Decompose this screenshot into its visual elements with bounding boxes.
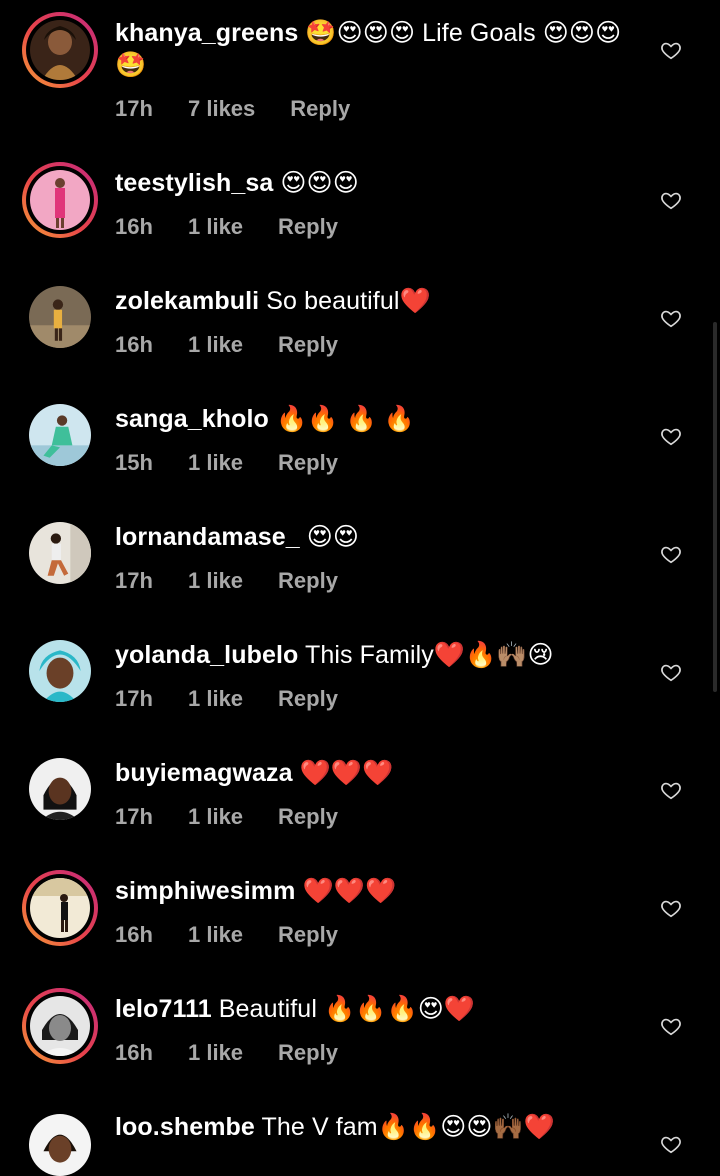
comment-text: teestylish_sa 😍😍😍 <box>115 167 635 199</box>
heart-outline-icon[interactable] <box>660 1133 682 1155</box>
comment-likes[interactable]: 1 like <box>188 686 243 712</box>
reply-button[interactable]: Reply <box>278 1040 338 1066</box>
avatar[interactable] <box>29 404 91 466</box>
comment-likes[interactable]: 1 like <box>188 450 243 476</box>
comment-time: 17h <box>115 96 153 121</box>
avatar <box>30 170 90 230</box>
comment-likes[interactable]: 1 like <box>188 1040 243 1066</box>
comment-meta: 17h 1 like Reply <box>115 804 338 830</box>
reply-button[interactable]: Reply <box>278 450 338 476</box>
heart-outline-icon[interactable] <box>660 189 682 211</box>
comment-text: lelo7111 Beautiful 🔥🔥🔥😍❤️ <box>115 993 635 1025</box>
comment-time: 17h <box>115 568 153 593</box>
avatar[interactable] <box>29 522 91 584</box>
comment-meta: 17h 1 like Reply <box>115 686 338 712</box>
comment-body: 🔥🔥 🔥 🔥 <box>268 405 415 433</box>
comment-username[interactable]: simphiwesimm <box>115 877 295 905</box>
comment-body: 😍😍😍 <box>273 169 359 197</box>
avatar-story-ring[interactable] <box>22 162 98 238</box>
reply-button[interactable]: Reply <box>278 332 338 358</box>
comment-body: ❤️❤️❤️ <box>292 759 394 787</box>
scrollbar[interactable] <box>713 322 717 692</box>
reply-button[interactable]: Reply <box>290 96 350 122</box>
comment-username[interactable]: teestylish_sa <box>115 169 273 197</box>
reply-button[interactable]: Reply <box>278 214 338 240</box>
comment-meta: 16h 1 like Reply <box>115 1040 338 1066</box>
comment-username[interactable]: lelo7111 <box>115 995 212 1023</box>
comment-username[interactable]: zolekambuli <box>115 287 259 315</box>
comment-meta: 15h 1 like Reply <box>115 450 338 476</box>
comment-text: sanga_kholo 🔥🔥 🔥 🔥 <box>115 403 635 435</box>
avatar-story-ring[interactable] <box>22 988 98 1064</box>
comment-likes[interactable]: 1 like <box>188 214 243 240</box>
reply-button[interactable]: Reply <box>278 804 338 830</box>
comment-body: The V fam🔥🔥😍😍🙌🏾❤️ <box>254 1113 555 1141</box>
comment-likes[interactable]: 7 likes <box>188 96 255 122</box>
avatar[interactable] <box>29 640 91 702</box>
heart-outline-icon[interactable] <box>660 543 682 565</box>
comment-likes[interactable]: 1 like <box>188 804 243 830</box>
comment-meta: 17h 7 likes Reply <box>115 96 350 122</box>
comment-likes[interactable]: 1 like <box>188 332 243 358</box>
comment-body: This Family❤️🔥🙌🏽😢 <box>298 641 554 669</box>
comment-body: So beautiful❤️ <box>259 287 431 315</box>
comment-username[interactable]: buyiemagwaza <box>115 759 293 787</box>
comment-time: 17h <box>115 686 153 711</box>
heart-outline-icon[interactable] <box>660 897 682 919</box>
heart-outline-icon[interactable] <box>660 1015 682 1037</box>
comment-username[interactable]: lornandamase_ <box>115 523 300 551</box>
avatar <box>30 996 90 1056</box>
reply-button[interactable]: Reply <box>278 922 338 948</box>
comment-meta: 16h 1 like Reply <box>115 332 338 358</box>
comment-body: 😍😍 <box>299 523 360 551</box>
heart-outline-icon[interactable] <box>660 779 682 801</box>
avatar-story-ring[interactable] <box>22 870 98 946</box>
comment-text: khanya_greens 🤩😍😍😍 Life Goals 😍😍😍🤩 <box>115 17 635 81</box>
avatar[interactable] <box>29 758 91 820</box>
reply-button[interactable]: Reply <box>278 686 338 712</box>
comment-time: 15h <box>115 450 153 475</box>
heart-outline-icon[interactable] <box>660 39 682 61</box>
heart-outline-icon[interactable] <box>660 307 682 329</box>
comment-text: loo.shembe The V fam🔥🔥😍😍🙌🏾❤️ <box>115 1111 635 1143</box>
comment-time: 16h <box>115 922 153 947</box>
comment-time: 16h <box>115 332 153 357</box>
comment-body: Beautiful 🔥🔥🔥😍❤️ <box>211 995 476 1023</box>
comment-text: buyiemagwaza ❤️❤️❤️ <box>115 757 635 789</box>
comment-likes[interactable]: 1 like <box>188 922 243 948</box>
comment-username[interactable]: yolanda_lubelo <box>115 641 298 669</box>
comment-username[interactable]: sanga_kholo <box>115 405 269 433</box>
avatar <box>30 878 90 938</box>
heart-outline-icon[interactable] <box>660 661 682 683</box>
comment-username[interactable]: khanya_greens <box>115 19 298 47</box>
avatar[interactable] <box>29 1114 91 1176</box>
comment-likes[interactable]: 1 like <box>188 568 243 594</box>
comment-text: yolanda_lubelo This Family❤️🔥🙌🏽😢 <box>115 639 635 671</box>
avatar <box>30 20 90 80</box>
comment-meta: 16h 1 like Reply <box>115 214 338 240</box>
comment-time: 16h <box>115 1040 153 1065</box>
avatar[interactable] <box>29 286 91 348</box>
comment-time: 17h <box>115 804 153 829</box>
comment-text: zolekambuli So beautiful❤️ <box>115 285 635 317</box>
avatar-story-ring[interactable] <box>22 12 98 88</box>
reply-button[interactable]: Reply <box>278 568 338 594</box>
comment-text: lornandamase_ 😍😍 <box>115 521 635 553</box>
heart-outline-icon[interactable] <box>660 425 682 447</box>
comment-text: simphiwesimm ❤️❤️❤️ <box>115 875 635 907</box>
comment-meta: 16h 1 like Reply <box>115 922 338 948</box>
comment-meta: 17h 1 like Reply <box>115 568 338 594</box>
comment-body: ❤️❤️❤️ <box>295 877 397 905</box>
comment-time: 16h <box>115 214 153 239</box>
comment-username[interactable]: loo.shembe <box>115 1113 255 1141</box>
